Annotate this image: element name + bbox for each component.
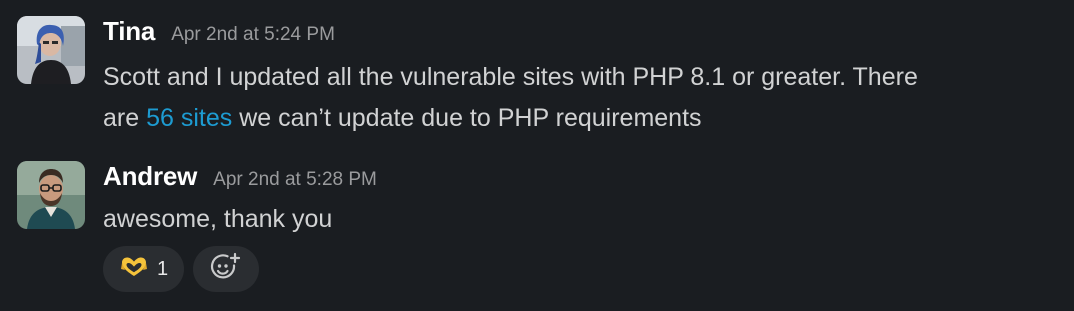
avatar[interactable] [17, 161, 85, 229]
timestamp[interactable]: Apr 2nd at 5:28 PM [213, 169, 377, 191]
avatar-photo-tina [17, 16, 85, 84]
message-text-line1: Scott and I updated all the vulnerable s… [103, 63, 918, 91]
message-header: Tina Apr 2nd at 5:24 PM [103, 16, 1053, 50]
sites-link[interactable]: 56 sites [146, 104, 232, 132]
message-header: Andrew Apr 2nd at 5:28 PM [103, 161, 1053, 195]
add-reaction-button[interactable] [193, 246, 259, 292]
heart-hands-emoji-icon [119, 255, 149, 284]
message-body: Tina Apr 2nd at 5:24 PM Scott and I upda… [103, 16, 1053, 139]
reactions-bar: 1 [103, 246, 259, 292]
author-name[interactable]: Andrew [103, 161, 197, 192]
author-name[interactable]: Tina [103, 16, 155, 47]
reaction-count: 1 [156, 257, 169, 280]
add-reaction-icon [210, 252, 242, 287]
message-text: awesome, thank you [103, 205, 333, 233]
message-text: Scott and I updated all the vulnerable s… [103, 57, 1053, 139]
avatar-photo-andrew [17, 161, 85, 229]
message-text-after-link: we can’t update due to PHP requirements [232, 104, 702, 132]
avatar[interactable] [17, 16, 85, 84]
timestamp[interactable]: Apr 2nd at 5:24 PM [171, 24, 335, 46]
reaction-heart-hands[interactable]: 1 [103, 246, 184, 292]
message-text-before-link: are [103, 104, 147, 132]
message-body: Andrew Apr 2nd at 5:28 PM awesome, thank… [103, 161, 1053, 240]
